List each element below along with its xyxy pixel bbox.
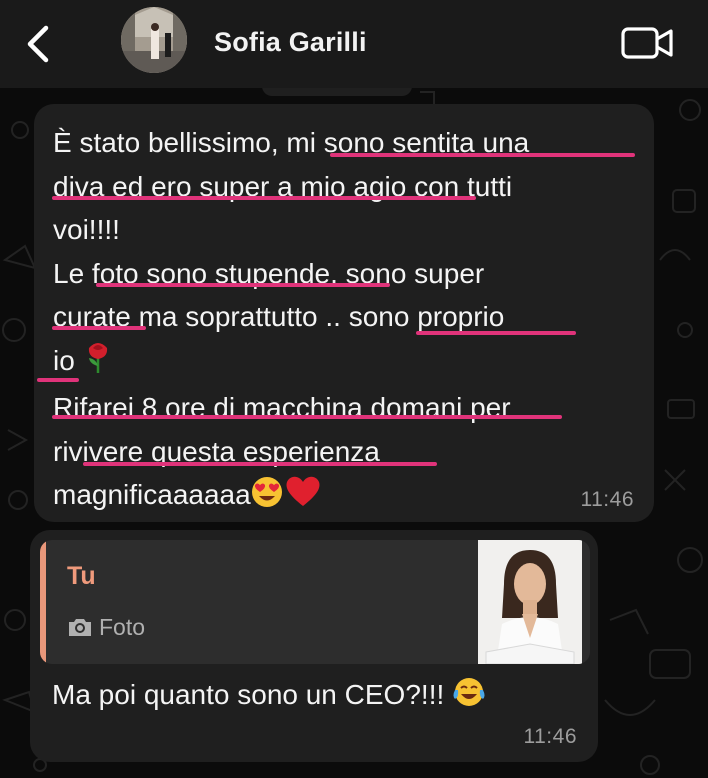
red-heart-emoji (283, 474, 323, 521)
message-timestamp: 11:46 (580, 488, 634, 511)
message-line: voi!!!! (53, 214, 120, 245)
video-call-button[interactable] (620, 24, 676, 62)
contact-avatar[interactable] (121, 7, 187, 73)
message-bubble[interactable]: È stato bellissimo, mi sono sentita una … (34, 104, 654, 522)
back-button[interactable] (22, 24, 54, 64)
pink-underline (330, 153, 635, 157)
quote-kind-label: Foto (99, 614, 146, 640)
pink-underline (52, 196, 476, 200)
pink-underline (83, 462, 437, 466)
rose-emoji (83, 340, 113, 387)
camera-icon (67, 616, 93, 644)
avatar-photo (121, 7, 187, 73)
portrait-photo (478, 540, 582, 664)
quoted-message[interactable]: Tu Foto (40, 540, 590, 664)
chat-header: Sofia Garilli (0, 0, 708, 88)
message-line: magnificaaaaaa (53, 479, 251, 510)
message-text: È stato bellissimo, mi sono sentita una … (53, 121, 643, 521)
message-line: io (53, 344, 75, 376)
quote-type: Foto (67, 614, 145, 644)
message-timestamp: 11:46 (523, 725, 577, 748)
pink-underline (37, 378, 79, 382)
tears-of-joy-emoji (452, 676, 486, 715)
quoted-photo-thumbnail[interactable] (478, 540, 582, 664)
chevron-left-icon (27, 25, 49, 63)
video-camera-icon (621, 27, 673, 59)
pink-underline (52, 415, 562, 419)
pink-underline (96, 283, 390, 287)
heart-eyes-emoji (251, 476, 283, 521)
quote-author: Tu (67, 562, 96, 590)
pink-underline (52, 326, 146, 330)
message-text: Ma poi quanto sono un CEO?!!! (52, 676, 486, 715)
message-bubble[interactable]: Tu Foto Ma poi quanto sono un CEO?!!! 11… (30, 530, 598, 762)
message-text-content: Ma poi quanto sono un CEO?!!! (52, 679, 445, 710)
contact-name[interactable]: Sofia Garilli (214, 27, 367, 58)
pink-underline (416, 331, 576, 335)
quote-accent-bar (40, 540, 46, 664)
